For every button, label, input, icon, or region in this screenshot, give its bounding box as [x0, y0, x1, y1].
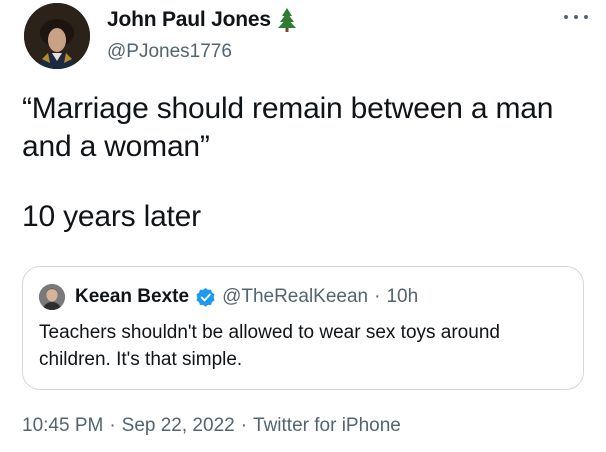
tweet-date[interactable]: Sep 22, 2022 — [122, 415, 235, 436]
meta-separator: · — [109, 415, 116, 436]
portrait-avatar — [24, 3, 90, 69]
tweet-text-line-2: 10 years later — [22, 200, 201, 233]
quoted-author-handle[interactable]: @TheRealKeean — [222, 286, 368, 308]
tweet-text-line-1: “Marriage should remain between a man an… — [22, 92, 554, 163]
quoted-timestamp[interactable]: 10h — [386, 286, 418, 308]
more-icon[interactable] — [564, 10, 588, 24]
author-avatar[interactable] — [24, 3, 90, 69]
tweet-metadata: 10:45 PM · Sep 22, 2022 · Twitter for iPhone — [22, 415, 401, 437]
author-name-row: John Paul Jones — [107, 8, 297, 32]
meta-separator: · — [240, 415, 248, 436]
tweet: John Paul Jones @PJones1776 “Marriage sh… — [0, 0, 606, 452]
verified-icon — [195, 287, 216, 308]
author-handle[interactable]: @PJones1776 — [107, 41, 232, 63]
quoted-separator: · — [374, 286, 381, 307]
tweet-time[interactable]: 10:45 PM — [22, 415, 103, 436]
author-name[interactable]: John Paul Jones — [107, 8, 271, 32]
quoted-tweet-header: Keean Bexte @TheRealKeean · 10h — [39, 284, 418, 310]
quoted-tweet-text: Teachers shouldn't be allowed to wear se… — [39, 322, 500, 370]
quoted-avatar[interactable] — [39, 284, 65, 310]
tweet-text: “Marriage should remain between a man an… — [22, 90, 582, 236]
quoted-tweet[interactable]: Keean Bexte @TheRealKeean · 10h Teachers… — [22, 266, 584, 390]
quoted-author-name[interactable]: Keean Bexte — [75, 286, 189, 308]
tree-icon — [277, 8, 297, 32]
tweet-source[interactable]: Twitter for iPhone — [253, 415, 401, 436]
